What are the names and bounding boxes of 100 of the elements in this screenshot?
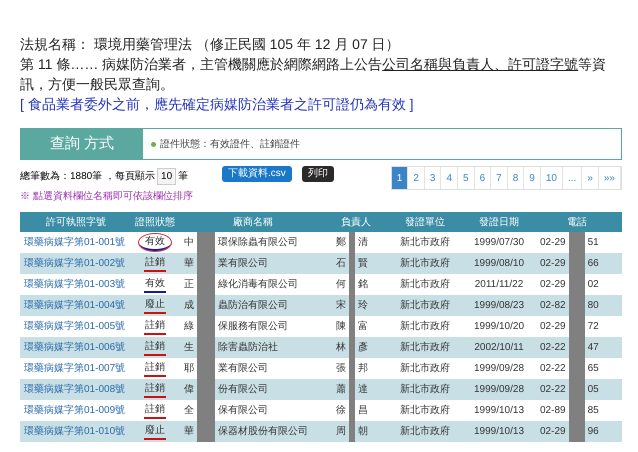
owner-name: 何: [336, 278, 346, 292]
status-text: 註銷: [144, 318, 166, 335]
status-text: 註銷: [144, 360, 166, 377]
owner-name: 林: [336, 340, 346, 355]
column-header[interactable]: 發證單位: [384, 214, 466, 230]
query-tab[interactable]: 查詢 方式: [21, 129, 143, 159]
redaction-bar: [568, 232, 585, 253]
status-text: 註銷: [144, 402, 166, 419]
phone-number: 02-29: [540, 278, 566, 292]
column-header[interactable]: 證照狀態: [132, 214, 178, 230]
phone-number: 51: [588, 236, 599, 250]
column-header[interactable]: 廠商名稱: [178, 214, 328, 230]
date-text: 1999/10/20: [474, 321, 524, 332]
owner-name: 周: [336, 425, 346, 439]
column-header[interactable]: 發證日期: [466, 214, 532, 230]
license-link[interactable]: 環藥病媒字第01-002號: [24, 258, 126, 269]
page-size-select[interactable]: 10: [157, 168, 176, 184]
owner-name: 石: [336, 257, 346, 271]
redaction-bar: [568, 421, 585, 442]
status-text: 有效: [139, 234, 171, 251]
company-name: 中: [184, 236, 194, 250]
company-name: 華: [184, 424, 194, 439]
company-name: 份有限公司: [218, 383, 268, 397]
owner-name: 彥: [358, 341, 368, 355]
phone-number: 05: [588, 383, 599, 397]
owner-name: 玲: [358, 299, 368, 313]
license-link[interactable]: 環藥病媒字第01-009號: [24, 405, 126, 416]
company-name: 蟲防治有限公司: [218, 298, 288, 313]
column-header[interactable]: 負責人: [328, 214, 384, 230]
date-text: 2011/11/22: [474, 279, 524, 290]
page-button[interactable]: 1: [392, 167, 408, 189]
phone-number: 47: [588, 341, 599, 355]
company-name: 綠化消毒有限公司: [218, 278, 298, 292]
unit-text: 筆: [178, 170, 188, 184]
owner-name: 邦: [358, 362, 368, 376]
issuer-text: 新北市政府: [400, 321, 450, 332]
issuer-text: 新北市政府: [400, 426, 450, 437]
company-name: 業有限公司: [218, 256, 268, 271]
issuer-text: 新北市政府: [400, 300, 450, 311]
redaction-bar: [197, 421, 215, 442]
owner-name: 清: [358, 236, 368, 250]
date-text: 1999/08/10: [474, 258, 524, 269]
company-name: 綠: [184, 320, 194, 334]
bullet-icon: [151, 142, 156, 146]
issuer-text: 新北市政府: [400, 384, 450, 395]
company-name: 生: [184, 340, 194, 355]
column-header[interactable]: 電話: [532, 214, 622, 230]
license-link[interactable]: 環藥病媒字第01-010號: [24, 426, 126, 437]
download-button[interactable]: 下載資料.csv: [222, 166, 292, 182]
issuer-text: 新北市政府: [400, 342, 450, 353]
owner-name: 蕭: [336, 382, 346, 397]
license-link[interactable]: 環藥病媒字第01-006號: [24, 342, 126, 353]
company-name: 華: [184, 256, 194, 271]
status-text: 註銷: [144, 381, 166, 398]
owner-name: 鄭: [336, 236, 346, 250]
phone-number: 02-29: [540, 425, 566, 439]
date-text: 1999/09/28: [474, 384, 524, 395]
phone-number: 02-22: [540, 341, 566, 355]
phone-number: 02-89: [540, 404, 566, 418]
date-text: 1999/09/28: [474, 363, 524, 374]
note-text: [ 食品業者委外之前，應先確定病媒防治業者之許可證仍為有效 ]: [20, 95, 415, 114]
phone-number: 96: [588, 425, 599, 439]
date-text: 1999/08/23: [474, 300, 524, 311]
status-text: 註銷: [144, 339, 166, 356]
date-text: 1999/07/30: [474, 237, 524, 248]
owner-name: 達: [358, 382, 368, 397]
license-link[interactable]: 環藥病媒字第01-005號: [24, 321, 126, 332]
phone-number: 02-29: [540, 236, 566, 250]
phone-number: 85: [588, 404, 599, 418]
license-link[interactable]: 環藥病媒字第01-003號: [24, 279, 126, 290]
phone-number: 02: [588, 278, 599, 292]
status-text: 廢止: [144, 423, 166, 440]
issuer-text: 新北市政府: [400, 237, 450, 248]
record-count: 總筆數為：1880筆 ，每頁顯示: [20, 170, 156, 184]
redaction-bar: [197, 232, 215, 253]
phone-number: 02-29: [540, 320, 566, 334]
license-link[interactable]: 環藥病媒字第01-008號: [24, 384, 126, 395]
phone-number: 02-22: [540, 383, 566, 397]
owner-name: 張: [336, 362, 346, 376]
license-link[interactable]: 環藥病媒字第01-001號: [24, 237, 126, 248]
company-name: 正: [184, 278, 194, 292]
company-name: 偉: [184, 383, 194, 397]
phone-number: 02-22: [540, 362, 566, 376]
issuer-text: 新北市政府: [400, 258, 450, 269]
column-header[interactable]: 許可執照字號: [20, 214, 132, 230]
license-link[interactable]: 環藥病媒字第01-004號: [24, 300, 126, 311]
article-text: 第 11 條…… 病媒防治業者，主管機關應於網際網路上公告公司名稱與負責人、許可證字號等資訊，方便一般民眾查詢。: [20, 55, 608, 94]
condition-text: 證件狀態：有效證件、註銷證件: [160, 138, 300, 152]
status-text: 有效: [144, 276, 166, 293]
status-text: 廢止: [144, 297, 166, 314]
issuer-text: 新北市政府: [400, 279, 450, 290]
phone-number: 02-29: [540, 257, 566, 271]
print-button[interactable]: 列印: [302, 166, 334, 182]
phone-number: 66: [588, 257, 599, 271]
issuer-text: 新北市政府: [400, 363, 450, 374]
date-text: 1999/10/13: [474, 426, 524, 437]
owner-name: 銘: [358, 278, 368, 292]
company-name: 成: [184, 298, 194, 313]
license-link[interactable]: 環藥病媒字第01-007號: [24, 363, 126, 374]
company-name: 保有限公司: [218, 404, 268, 418]
